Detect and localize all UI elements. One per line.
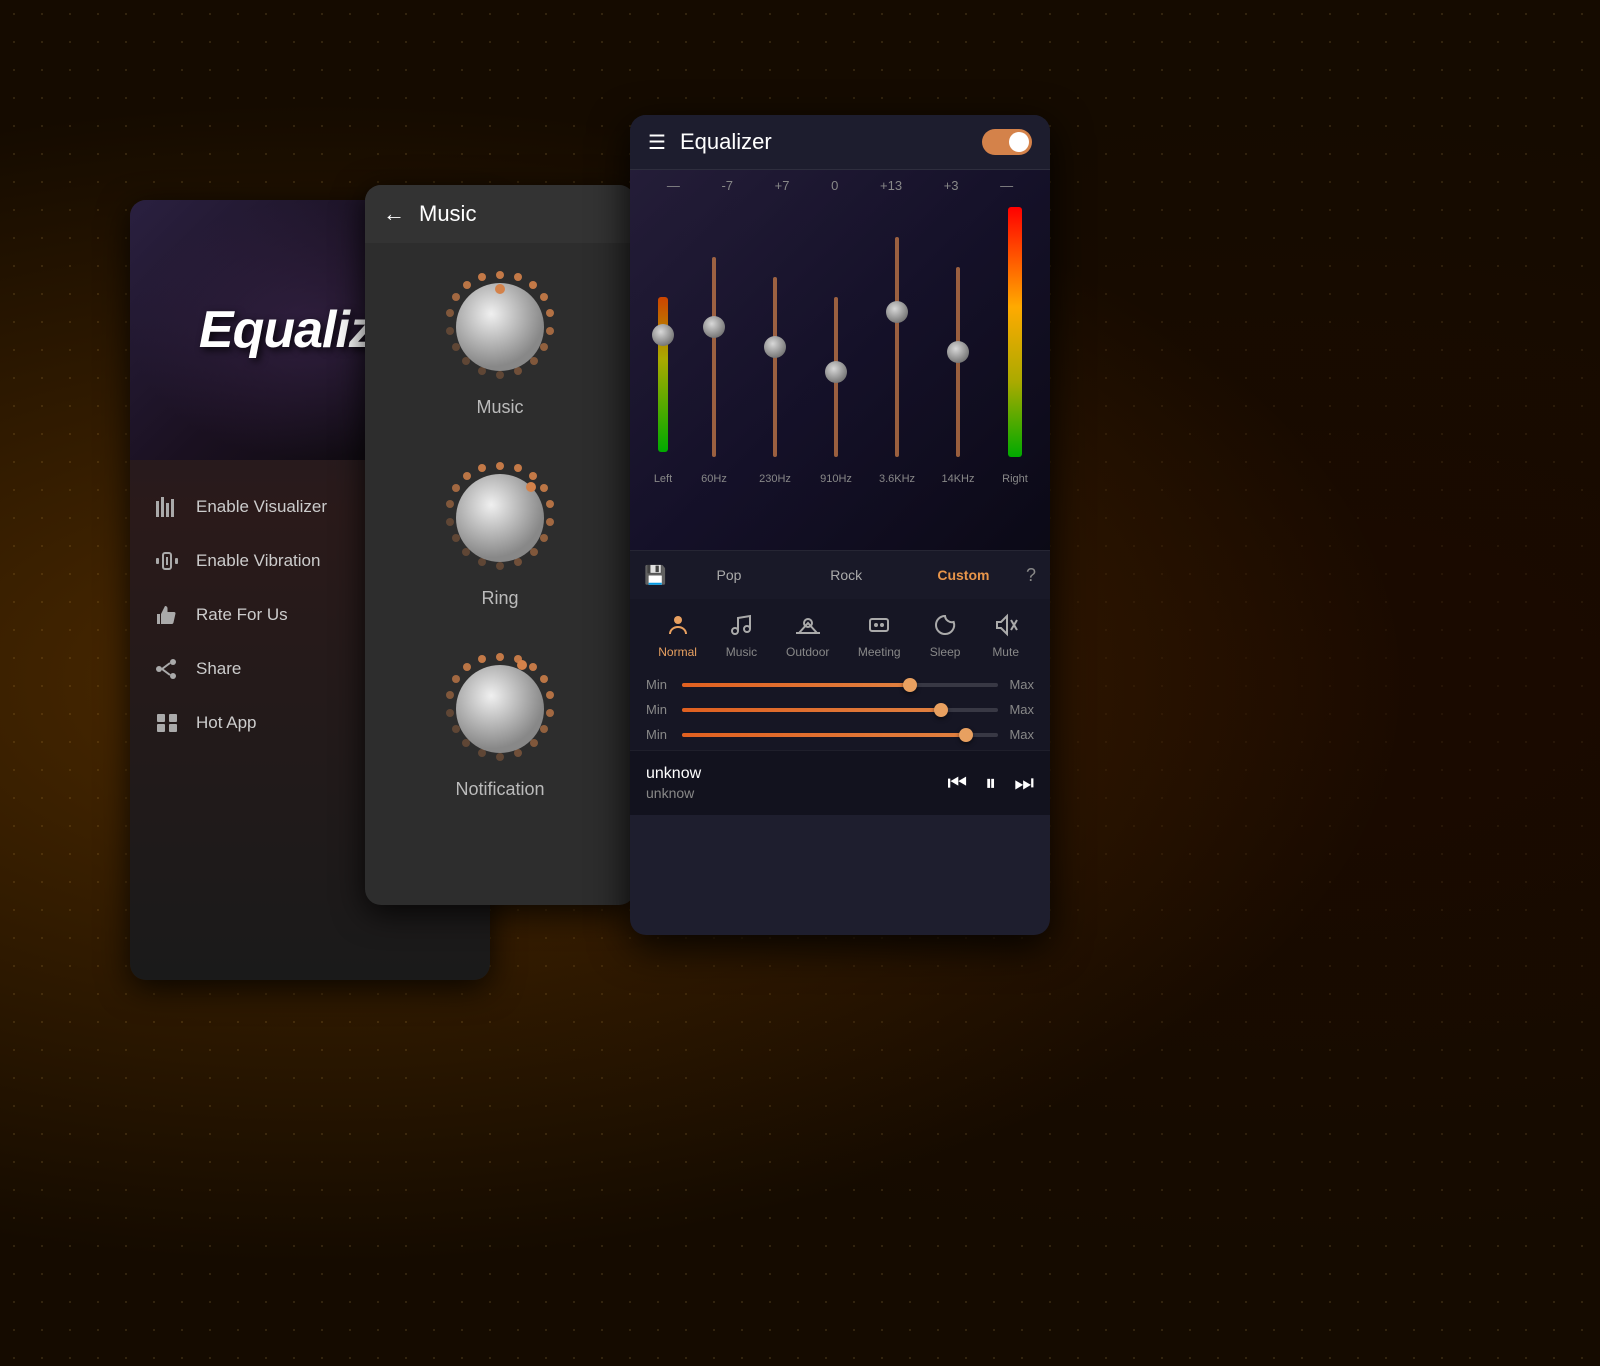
music-mode-icon <box>725 609 757 641</box>
svg-text:60Hz: 60Hz <box>701 473 727 485</box>
back-button[interactable]: ← <box>383 201 405 227</box>
middle-panel: ← Music <box>365 185 635 905</box>
eq-volume-sliders: Min Max Min Max Min <box>630 669 1050 750</box>
eq-bars-svg: Left 60Hz 230Hz 910Hz 3.6KHz 14KHz Righ <box>630 197 1050 487</box>
middle-panel-title: Music <box>419 201 476 227</box>
eq-label-p13: +13 <box>880 178 902 193</box>
volume-slider-1-row: Min Max <box>646 677 1034 692</box>
slider1-fill <box>682 683 910 687</box>
mode-outdoor[interactable]: Outdoor <box>786 609 829 659</box>
slider1-thumb[interactable] <box>903 678 917 692</box>
svg-text:230Hz: 230Hz <box>759 473 791 485</box>
eq-power-toggle[interactable] <box>982 129 1032 155</box>
sleep-mode-label: Sleep <box>930 645 961 659</box>
volume-slider-3-row: Min Max <box>646 727 1034 742</box>
volume-slider-3[interactable] <box>682 733 998 737</box>
music-knob-label: Music <box>476 397 523 418</box>
menu-label-enable-visualizer: Enable Visualizer <box>196 497 327 517</box>
svg-text:14KHz: 14KHz <box>941 473 974 485</box>
music-knob-section: Music <box>365 243 635 434</box>
eq-modes-row: Normal Music Outdoor Meeting Sleep <box>630 599 1050 669</box>
outdoor-mode-icon <box>792 609 824 641</box>
mode-sleep[interactable]: Sleep <box>929 609 961 659</box>
mode-normal[interactable]: Normal <box>658 609 697 659</box>
eq-presets-row: 💾 Pop Rock Custom ? <box>630 550 1050 599</box>
middle-panel-header: ← Music <box>365 185 635 243</box>
volume-slider-2[interactable] <box>682 708 998 712</box>
right-panel: ☰ Equalizer — -7 +7 0 +13 +3 — Left 60Hz <box>630 115 1050 935</box>
mute-mode-icon <box>990 609 1022 641</box>
mode-music[interactable]: Music <box>725 609 757 659</box>
mode-meeting[interactable]: Meeting <box>858 609 901 659</box>
share-icon <box>154 656 180 682</box>
playback-controls: ⏮ ⏸ ⏭ <box>947 770 1034 796</box>
preset-custom-button[interactable]: Custom <box>909 561 1018 589</box>
preset-rock-button[interactable]: Rock <box>792 561 901 589</box>
notification-knob-section: Notification <box>365 625 635 816</box>
meeting-mode-icon <box>863 609 895 641</box>
notification-knob-label: Notification <box>455 779 544 800</box>
preset-pop-button[interactable]: Pop <box>674 561 783 589</box>
volume-slider-2-row: Min Max <box>646 702 1034 717</box>
slider2-max-label: Max <box>1006 702 1034 717</box>
normal-mode-icon <box>662 609 694 641</box>
song-artist: unknow <box>646 785 935 801</box>
volume-slider-1[interactable] <box>682 683 998 687</box>
sleep-mode-icon <box>929 609 961 641</box>
eq-label-dash1: — <box>667 178 680 193</box>
notification-knob[interactable] <box>440 649 560 769</box>
slider2-fill <box>682 708 941 712</box>
ring-knob-label: Ring <box>481 588 518 609</box>
eq-title: Equalizer <box>680 129 982 155</box>
ring-knob-section: Ring <box>365 434 635 625</box>
slider3-max-label: Max <box>1006 727 1034 742</box>
next-button[interactable]: ⏭ <box>1014 770 1034 796</box>
menu-label-share: Share <box>196 659 241 679</box>
slider1-min-label: Min <box>646 677 674 692</box>
slider2-min-label: Min <box>646 702 674 717</box>
slider3-thumb[interactable] <box>959 728 973 742</box>
slider3-fill <box>682 733 966 737</box>
meeting-mode-label: Meeting <box>858 645 901 659</box>
svg-text:Left: Left <box>654 473 672 485</box>
save-preset-icon[interactable]: 💾 <box>644 565 666 586</box>
menu-label-hot-app: Hot App <box>196 713 257 733</box>
eq-chart: — -7 +7 0 +13 +3 — Left 60Hz 230Hz 91 <box>630 170 1050 550</box>
svg-text:910Hz: 910Hz <box>820 473 852 485</box>
preset-help-icon[interactable]: ? <box>1026 565 1036 586</box>
ring-knob[interactable] <box>440 458 560 578</box>
slider3-min-label: Min <box>646 727 674 742</box>
menu-label-rate-for-us: Rate For Us <box>196 605 288 625</box>
normal-mode-label: Normal <box>658 645 697 659</box>
thumbs-up-icon <box>154 602 180 628</box>
eq-top-labels: — -7 +7 0 +13 +3 — <box>630 170 1050 197</box>
eq-header: ☰ Equalizer <box>630 115 1050 170</box>
hot-app-icon <box>154 710 180 736</box>
slider2-thumb[interactable] <box>934 703 948 717</box>
slider1-max-label: Max <box>1006 677 1034 692</box>
prev-button[interactable]: ⏮ <box>947 770 967 796</box>
song-info: unknow unknow <box>646 765 935 801</box>
music-knob[interactable] <box>440 267 560 387</box>
svg-text:Right: Right <box>1002 473 1028 485</box>
now-playing-bar: unknow unknow ⏮ ⏸ ⏭ <box>630 750 1050 815</box>
svg-text:3.6KHz: 3.6KHz <box>879 473 915 485</box>
mode-mute[interactable]: Mute <box>990 609 1022 659</box>
eq-label-p7: +7 <box>775 178 790 193</box>
eq-label-dash2: — <box>1000 178 1013 193</box>
song-title: unknow <box>646 765 935 783</box>
outdoor-mode-label: Outdoor <box>786 645 829 659</box>
eq-label-m7: -7 <box>721 178 733 193</box>
eq-label-0: 0 <box>831 178 838 193</box>
bars-icon <box>154 494 180 520</box>
pause-button[interactable]: ⏸ <box>985 770 996 796</box>
eq-label-p3: +3 <box>944 178 959 193</box>
music-mode-label: Music <box>726 645 757 659</box>
vibration-icon <box>154 548 180 574</box>
mute-mode-label: Mute <box>992 645 1019 659</box>
menu-label-enable-vibration: Enable Vibration <box>196 551 320 571</box>
hamburger-icon[interactable]: ☰ <box>648 130 666 155</box>
